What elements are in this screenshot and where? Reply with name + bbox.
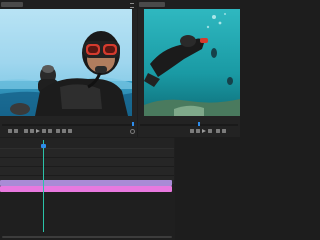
source-video-image: [0, 9, 132, 116]
play-icon[interactable]: [36, 129, 40, 133]
program-lift-icon[interactable]: [216, 129, 220, 133]
mark-out-icon[interactable]: [14, 129, 18, 133]
program-transport-controls: [138, 127, 240, 135]
step-back-icon[interactable]: [30, 129, 34, 133]
timeline-track[interactable]: [0, 158, 174, 167]
program-playhead-marker[interactable]: [198, 122, 200, 126]
timeline-panel: [0, 138, 240, 240]
overwrite-icon[interactable]: [62, 129, 66, 133]
timeline-ruler[interactable]: [0, 138, 174, 149]
source-monitor-info-row: [0, 116, 137, 124]
program-scrub-bar[interactable]: [140, 124, 238, 126]
source-monitor-tab-strip: [0, 0, 137, 9]
timeline-playhead-handle[interactable]: [41, 144, 46, 148]
source-scrub-bar[interactable]: [2, 124, 134, 126]
program-monitor-panel: [138, 0, 240, 137]
step-forward-icon[interactable]: [42, 129, 46, 133]
timeline-clip-overlay[interactable]: [0, 186, 172, 192]
go-to-out-icon[interactable]: [48, 129, 52, 133]
program-play-icon[interactable]: [202, 129, 206, 133]
program-monitor-tab-strip: [138, 0, 240, 9]
timeline-track[interactable]: [0, 167, 174, 176]
go-to-in-icon[interactable]: [24, 129, 28, 133]
program-step-back-icon[interactable]: [196, 129, 200, 133]
program-mark-in-icon[interactable]: [190, 129, 194, 133]
export-frame-icon[interactable]: [68, 129, 72, 133]
source-playhead-marker[interactable]: [132, 122, 134, 126]
source-video-frame[interactable]: [0, 9, 132, 116]
program-video-image: [144, 9, 240, 116]
program-extract-icon[interactable]: [222, 129, 226, 133]
timeline-track[interactable]: [0, 149, 174, 158]
source-settings-icon[interactable]: [130, 129, 135, 134]
program-video-frame[interactable]: [144, 9, 240, 116]
source-transport-controls: [0, 127, 137, 135]
program-monitor-tab[interactable]: [139, 2, 165, 7]
mark-in-icon[interactable]: [8, 129, 12, 133]
program-step-forward-icon[interactable]: [208, 129, 212, 133]
source-monitor-panel: [0, 0, 137, 137]
program-monitor-info-row: [138, 116, 240, 124]
timeline-playhead[interactable]: [43, 140, 44, 232]
timeline-horizontal-scrollbar[interactable]: [2, 236, 172, 238]
timeline-right-pane: [175, 138, 240, 240]
source-monitor-tab[interactable]: [1, 2, 23, 7]
insert-icon[interactable]: [56, 129, 60, 133]
source-monitor-menu-icon[interactable]: [130, 3, 134, 8]
